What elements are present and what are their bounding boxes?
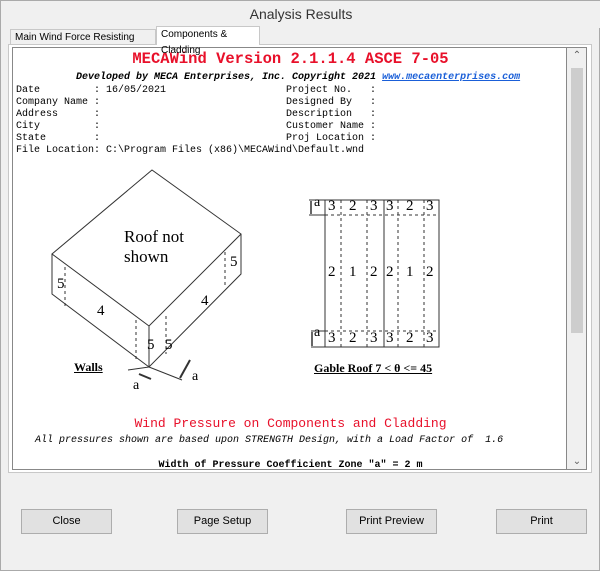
roof-zone-label: 2 xyxy=(426,264,434,280)
roof-zone-label: 2 xyxy=(386,264,394,280)
roof-zone-label: 1 xyxy=(349,264,357,280)
roof-zone-label: 3 xyxy=(426,198,434,214)
pressure-note: All pressures shown are based upon STREN… xyxy=(35,435,504,446)
vertical-scrollbar[interactable]: ⌃ ⌄ xyxy=(567,47,587,470)
report-view: MECAWind Version 2.1.1.4 ASCE 7-05 Devel… xyxy=(12,47,567,470)
scroll-down-icon[interactable]: ⌄ xyxy=(567,456,587,467)
window-title: Analysis Results xyxy=(1,1,600,28)
section-title: Wind Pressure on Components and Cladding xyxy=(134,416,447,431)
dim-a-label: a xyxy=(314,195,321,210)
roof-zone-label: 3 xyxy=(426,330,434,346)
roof-zone-label: 2 xyxy=(406,330,414,346)
roof-zone-label: 3 xyxy=(370,330,378,346)
roof-zone-label: 3 xyxy=(328,330,336,346)
tab-components-cladding[interactable]: Components & Cladding xyxy=(156,26,260,56)
page-setup-button[interactable]: Page Setup xyxy=(177,509,268,534)
roof-zone-label: 3 xyxy=(370,198,378,214)
print-preview-button[interactable]: Print Preview xyxy=(346,509,437,534)
roof-zone-label: 2 xyxy=(349,198,357,214)
roof-zone-label: 2 xyxy=(328,264,336,280)
roof-zone-label: 3 xyxy=(386,198,394,214)
print-button[interactable]: Print xyxy=(496,509,587,534)
zone-width: Width of Pressure Coefficient Zone "a" =… xyxy=(158,460,423,470)
scroll-thumb[interactable] xyxy=(571,68,583,333)
roof-zone-label: 2 xyxy=(406,198,414,214)
roof-zone-label: 3 xyxy=(328,198,336,214)
report-panel: MECAWind Version 2.1.1.4 ASCE 7-05 Devel… xyxy=(8,44,592,473)
roof-zone-label: 2 xyxy=(349,330,357,346)
gable-roof-caption: Gable Roof 7 < θ <= 45 xyxy=(314,361,433,375)
close-button[interactable]: Close xyxy=(21,509,112,534)
gable-roof-diagram xyxy=(309,199,440,348)
scroll-up-icon[interactable]: ⌃ xyxy=(567,50,587,61)
dim-a-label: a xyxy=(314,325,321,340)
roof-zone-label: 1 xyxy=(406,264,414,280)
roof-zone-label: 2 xyxy=(370,264,378,280)
tab-main-wind-force[interactable]: Main Wind Force Resisting System xyxy=(10,29,156,58)
roof-zone-label: 3 xyxy=(386,330,394,346)
